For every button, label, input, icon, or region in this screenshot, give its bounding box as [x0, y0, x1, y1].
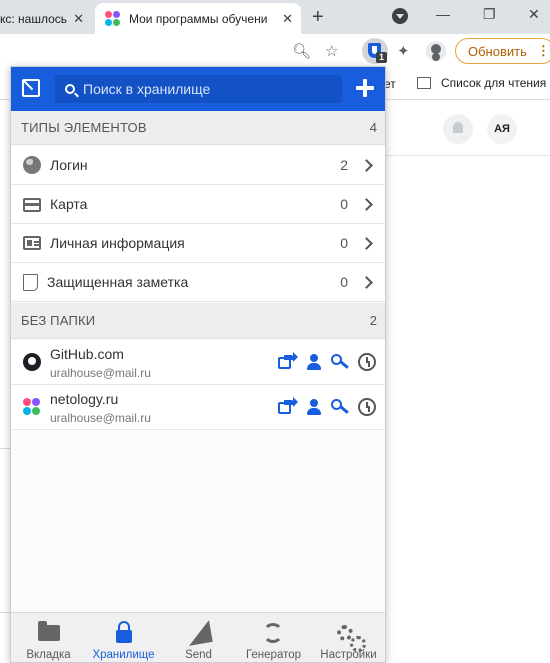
item-username: uralhouse@mail.ru	[50, 366, 151, 380]
type-count: 2	[340, 157, 348, 173]
nav-label: Send	[185, 649, 212, 661]
popout-icon[interactable]	[21, 78, 43, 100]
item-actions	[276, 352, 376, 373]
totp-clock-icon[interactable]	[358, 398, 376, 416]
type-row-card[interactable]: Карта 0	[11, 185, 385, 224]
vault-body: ТИПЫ ЭЛЕМЕНТОВ 4 Логин 2 Карта 0 Личная …	[11, 111, 385, 612]
tab-search-results[interactable]: кс: нашлось ✕	[0, 3, 92, 34]
copy-username-icon[interactable]	[305, 398, 323, 416]
nav-label: Генератор	[245, 649, 302, 661]
totp-clock-icon[interactable]	[358, 353, 376, 371]
bitwarden-extension-button[interactable]: 1	[362, 38, 388, 64]
tab-my-programs[interactable]: Мои программы обучени ✕	[95, 3, 301, 34]
nav-send[interactable]: Send	[161, 613, 236, 662]
type-name: Защищенная заметка	[47, 274, 189, 290]
nav-label: Вкладка	[26, 649, 71, 661]
type-name: Личная информация	[50, 235, 185, 251]
item-username: uralhouse@mail.ru	[50, 411, 151, 425]
lock-icon	[116, 621, 132, 643]
reading-list-label: Список для чтения	[441, 76, 547, 90]
zoom-icon[interactable]: 🔍︎	[292, 42, 311, 60]
reading-list-button[interactable]: Список для чтения	[417, 76, 546, 90]
vault-item-netology[interactable]: netology.ru uralhouse@mail.ru	[11, 385, 385, 430]
page-divider	[386, 155, 550, 156]
nav-label: Хранилище	[92, 649, 155, 661]
vault-search-input[interactable]	[83, 81, 333, 97]
type-count: 0	[340, 274, 348, 290]
refresh-icon	[263, 623, 283, 643]
section-label: БЕЗ ПАПКИ	[21, 313, 96, 328]
item-name: GitHub.com	[50, 346, 124, 362]
tab-close-icon[interactable]: ✕	[73, 11, 84, 27]
id-card-icon	[23, 236, 41, 250]
nav-settings[interactable]: Настройки	[311, 613, 385, 662]
type-row-login[interactable]: Логин 2	[11, 146, 385, 185]
minimize-button[interactable]: —	[436, 6, 450, 22]
copy-password-icon[interactable]	[331, 398, 349, 416]
search-icon	[65, 84, 75, 94]
new-tab-button[interactable]: +	[312, 6, 324, 29]
launch-icon[interactable]	[278, 397, 298, 416]
tab-strip: кс: нашлось ✕ Мои программы обучени ✕ + …	[0, 0, 550, 34]
gears-icon	[337, 625, 366, 652]
types-section-header: ТИПЫ ЭЛЕМЕНТОВ 4	[11, 111, 385, 145]
nav-generator[interactable]: Генератор	[236, 613, 311, 662]
browser-toolbar: 🔍︎ ☆ 1 ✦ Обновить ⋮	[0, 34, 550, 68]
type-name: Карта	[50, 196, 88, 212]
note-icon	[23, 273, 38, 291]
copy-password-icon[interactable]	[331, 353, 349, 371]
tab-title: кс: нашлось	[0, 11, 68, 26]
type-row-identity[interactable]: Личная информация 0	[11, 224, 385, 263]
extensions-puzzle-icon[interactable]: ✦	[397, 42, 410, 60]
notification-bell-icon[interactable]	[443, 114, 473, 144]
section-count: 4	[369, 120, 377, 135]
reading-list-icon	[417, 77, 431, 89]
chevron-right-icon	[360, 236, 373, 250]
extension-badge: 1	[376, 52, 388, 63]
bitwarden-header	[11, 67, 385, 111]
profile-icon[interactable]	[426, 41, 446, 61]
bookmark-star-icon[interactable]: ☆	[325, 42, 338, 60]
section-count: 2	[369, 313, 377, 328]
launch-icon[interactable]	[278, 352, 298, 371]
copy-username-icon[interactable]	[305, 353, 323, 371]
update-button[interactable]: Обновить ⋮	[455, 38, 550, 64]
netology-favicon-icon	[105, 10, 121, 27]
menu-kebab-icon: ⋮	[536, 43, 550, 58]
netology-icon	[23, 398, 41, 416]
user-avatar[interactable]: АЯ	[487, 114, 517, 144]
card-icon	[23, 197, 41, 212]
bitwarden-popup: ТИПЫ ЭЛЕМЕНТОВ 4 Логин 2 Карта 0 Личная …	[10, 66, 386, 663]
update-label: Обновить	[468, 43, 527, 59]
add-item-button[interactable]	[356, 79, 374, 97]
tab-close-icon[interactable]: ✕	[282, 11, 293, 27]
no-folder-section-header: БЕЗ ПАПКИ 2	[11, 303, 385, 339]
close-window-button[interactable]: ✕	[528, 6, 540, 23]
nav-tab[interactable]: Вкладка	[11, 613, 86, 662]
chevron-right-icon	[360, 197, 373, 211]
item-actions	[276, 397, 376, 418]
nav-vault[interactable]: Хранилище	[86, 613, 161, 662]
vault-search	[55, 75, 342, 103]
send-icon	[185, 620, 213, 646]
type-count: 0	[340, 235, 348, 251]
chevron-right-icon	[360, 158, 373, 172]
tab-title: Мои программы обучени	[129, 11, 268, 26]
type-name: Логин	[50, 157, 88, 173]
section-label: ТИПЫ ЭЛЕМЕНТОВ	[21, 120, 147, 135]
globe-icon	[23, 156, 41, 174]
restore-button[interactable]: ❐	[483, 6, 496, 23]
item-name: netology.ru	[50, 391, 119, 407]
type-count: 0	[340, 196, 348, 212]
chevron-right-icon	[360, 275, 373, 289]
bitwarden-nav: Вкладка Хранилище Send Генератор Настрой…	[11, 612, 385, 662]
type-row-secure-note[interactable]: Защищенная заметка 0	[11, 263, 385, 302]
github-icon	[23, 353, 41, 371]
tab-search-icon[interactable]	[392, 8, 408, 24]
vault-item-github[interactable]: GitHub.com uralhouse@mail.ru	[11, 340, 385, 385]
nav-label: Настройки	[320, 649, 377, 661]
folder-icon	[38, 621, 60, 641]
